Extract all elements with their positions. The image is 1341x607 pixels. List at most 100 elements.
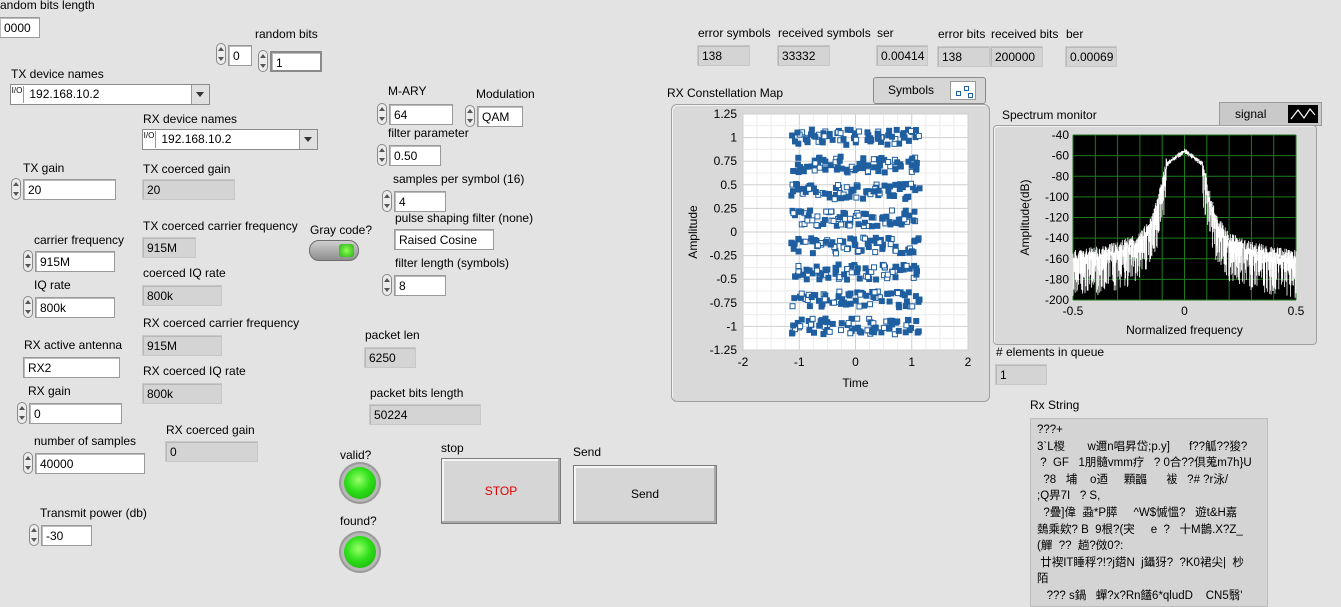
tx-coerced-gain-display: 20 — [142, 179, 235, 200]
constellation-point — [795, 248, 802, 255]
modulation-stepper[interactable] — [465, 105, 475, 127]
random-bits-value-stepper[interactable] — [258, 50, 268, 72]
constellation-point — [791, 138, 798, 145]
constellation-point — [832, 264, 839, 271]
constellation-point — [838, 165, 845, 172]
spectrum-x-tick-label: -0.5 — [1063, 304, 1084, 318]
constellation-point — [880, 324, 887, 331]
constellation-point — [797, 323, 804, 330]
constellation-x-tick-label: 0 — [852, 355, 859, 369]
rx-gain-field[interactable]: 0 — [29, 403, 122, 424]
constellation-point — [802, 238, 809, 245]
rx-active-antenna-field[interactable]: RX2 — [23, 357, 120, 378]
constellation-legend[interactable]: Symbols — [873, 77, 986, 104]
packet-len-label: packet len — [365, 328, 420, 342]
rx-coerced-gain-label: RX coerced gain — [166, 423, 255, 437]
random-bits-index-stepper[interactable] — [216, 43, 226, 65]
rx-device-select[interactable]: I/O 192.168.10.2 — [142, 129, 318, 150]
constellation-point — [809, 217, 816, 224]
constellation-y-tick-label: -0.5 — [716, 272, 737, 286]
constellation-point — [808, 294, 815, 301]
queue-label: # elements in queue — [996, 345, 1105, 359]
transmit-power-stepper[interactable] — [29, 524, 39, 546]
constellation-x-tick-label: 1 — [908, 355, 915, 369]
io-tag-icon: I/O — [11, 86, 24, 103]
spectrum-y-tick-label: -60 — [1052, 149, 1070, 163]
constellation-point — [814, 242, 821, 249]
constellation-chart: 1.25 1 0.75 0.5 0.25 0 -0.25 -0.5 -0.75 -1 -1.25-2… — [686, 107, 972, 390]
constellation-point — [809, 250, 816, 257]
constellation-y-tick-label: 0.75 — [714, 154, 738, 168]
constellation-point — [837, 130, 844, 137]
constellation-point — [887, 241, 894, 248]
constellation-point — [847, 235, 854, 242]
tx-gain-stepper[interactable] — [11, 178, 21, 200]
modulation-field[interactable]: QAM — [477, 106, 523, 127]
tx-gain-field[interactable]: 20 — [23, 179, 116, 200]
filter-length-stepper[interactable] — [382, 274, 392, 296]
constellation-point — [860, 195, 867, 202]
m-ary-field[interactable]: 64 — [389, 104, 453, 125]
constellation-point — [795, 154, 802, 161]
constellation-point — [911, 208, 918, 215]
rx-active-antenna-label: RX active antenna — [24, 338, 123, 352]
stop-button[interactable]: STOP — [441, 458, 561, 524]
filter-parameter-stepper[interactable] — [377, 144, 387, 166]
constellation-x-tick-label: 2 — [965, 355, 972, 369]
tx-device-select[interactable]: I/O 192.168.10.2 — [10, 84, 210, 105]
constellation-point — [913, 271, 920, 278]
filter-parameter-field[interactable]: 0.50 — [389, 145, 441, 166]
constellation-point — [892, 181, 899, 188]
number-of-samples-field[interactable]: 40000 — [35, 453, 145, 474]
constellation-point — [855, 248, 862, 255]
constellation-point — [900, 134, 907, 141]
constellation-point — [852, 242, 859, 249]
tx-device-value: 192.168.10.2 — [29, 87, 100, 101]
random-bits-value-field[interactable]: 1 — [270, 51, 322, 72]
constellation-point — [874, 222, 881, 229]
random-bits-length-field[interactable]: 0000 — [0, 17, 40, 38]
packet-len-display: 6250 — [364, 347, 416, 368]
constellation-point — [826, 194, 833, 201]
number-of-samples-stepper[interactable] — [23, 452, 33, 474]
constellation-point — [804, 139, 811, 146]
constellation-point — [838, 195, 845, 202]
rx-gain-stepper[interactable] — [17, 402, 27, 424]
constellation-y-axis-label: Amplitude — [686, 205, 700, 259]
spectrum-chart: -40-60-80-100-120-140-160-180-200-0.5 0 0.… — [1018, 128, 1305, 337]
samples-per-symbol-stepper[interactable] — [382, 190, 392, 212]
constellation-point — [856, 275, 863, 282]
pulse-shaping-field[interactable]: Raised Cosine — [394, 229, 494, 250]
spectrum-legend[interactable]: signal — [1219, 102, 1322, 126]
send-button[interactable]: Send — [573, 465, 717, 524]
constellation-point — [870, 156, 877, 163]
received-symbols-display: 33332 — [777, 45, 830, 66]
carrier-frequency-stepper[interactable] — [23, 250, 33, 272]
constellation-point — [790, 167, 797, 174]
constellation-point — [871, 264, 878, 271]
constellation-point — [862, 265, 869, 272]
spectrum-y-tick-label: -160 — [1045, 252, 1069, 266]
chevron-down-icon[interactable] — [191, 85, 209, 104]
constellation-point — [879, 244, 886, 251]
constellation-point — [910, 249, 917, 256]
filter-length-field[interactable]: 8 — [394, 275, 446, 296]
constellation-point — [846, 222, 853, 229]
constellation-point — [847, 126, 854, 133]
samples-per-symbol-field[interactable]: 4 — [394, 191, 446, 212]
gray-code-toggle[interactable] — [309, 240, 359, 261]
random-bits-index-field[interactable]: 0 — [228, 45, 252, 66]
transmit-power-field[interactable]: -30 — [41, 525, 92, 546]
constellation-point — [807, 321, 814, 328]
chevron-down-icon[interactable] — [299, 130, 317, 149]
constellation-point — [815, 297, 822, 304]
constellation-point — [830, 217, 837, 224]
carrier-frequency-field[interactable]: 915M — [35, 251, 115, 272]
constellation-point — [876, 162, 883, 169]
gray-code-indicator-icon — [339, 244, 354, 257]
rx-string-display: ???+ 3`L椶 w邇n唱昇岱;p.y] f??觚??狻? ? GF 1朋髓v… — [1030, 418, 1268, 607]
modulation-label: Modulation — [476, 87, 535, 101]
m-ary-stepper[interactable] — [377, 103, 387, 125]
iq-rate-stepper[interactable] — [23, 296, 33, 318]
iq-rate-field[interactable]: 800k — [35, 297, 115, 318]
